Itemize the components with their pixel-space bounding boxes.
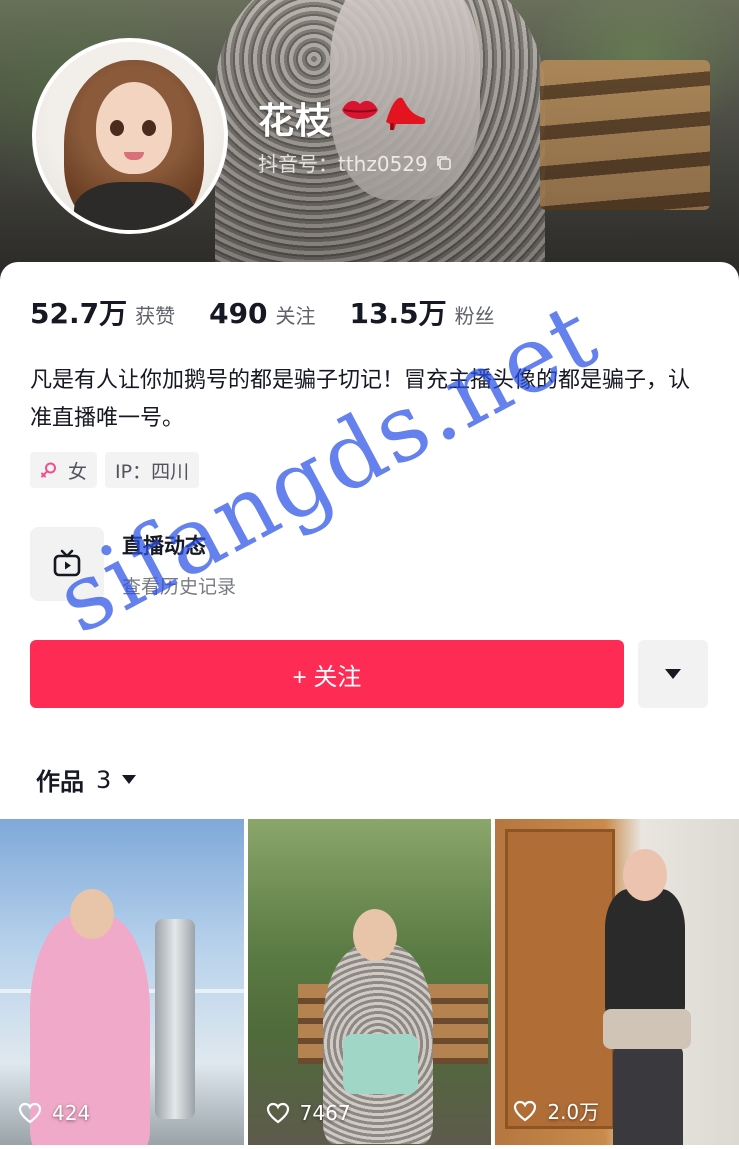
heart-icon	[18, 1102, 42, 1124]
stat-label: 获赞	[135, 304, 176, 328]
gender-tag: 女	[30, 452, 98, 488]
live-icon-box	[30, 527, 104, 601]
stat-value: 490	[209, 297, 268, 330]
high-heel-icon	[386, 97, 426, 130]
video-likes: 424	[18, 1101, 90, 1125]
stat-label: 粉丝	[454, 304, 495, 328]
tab-works[interactable]: 作品 3	[36, 762, 137, 797]
profile-card: 52.7万 获赞 490 关注 13.5万 粉丝 凡是有人让你加鹅号的都是骗子切…	[0, 262, 739, 1149]
douyin-id-text: 抖音号：tthz0529	[258, 152, 428, 176]
thumb-head	[352, 909, 397, 961]
video-likes-count: 2.0万	[547, 1100, 600, 1124]
video-likes-count: 7467	[299, 1101, 351, 1125]
video-likes-count: 424	[52, 1101, 91, 1125]
thumb-skirt	[342, 1034, 418, 1094]
more-options-button[interactable]	[638, 640, 708, 708]
tv-icon	[53, 549, 81, 577]
caret-down-icon	[122, 775, 137, 784]
copy-icon[interactable]	[436, 155, 452, 171]
thumb-binocular	[155, 919, 195, 1119]
nickname-emoji	[340, 92, 428, 132]
stat-followers[interactable]: 13.5万 粉丝	[350, 292, 495, 332]
avatar-face	[96, 82, 172, 174]
heart-icon	[514, 1100, 537, 1121]
avatar-shirt	[74, 182, 194, 230]
female-icon	[41, 462, 56, 478]
stat-value: 52.7万	[30, 297, 128, 330]
video-thumbnail[interactable]: 7467	[247, 819, 492, 1145]
stat-likes[interactable]: 52.7万 获赞	[30, 292, 175, 332]
works-label: 作品	[36, 768, 84, 796]
live-history-entry[interactable]: 直播动态 查看历史记录	[30, 527, 236, 601]
stats-row: 52.7万 获赞 490 关注 13.5万 粉丝	[30, 292, 529, 332]
ip-label: IP：四川	[115, 460, 190, 483]
works-count: 3	[96, 765, 112, 794]
lips-icon	[342, 100, 378, 119]
video-likes: 7467	[266, 1101, 351, 1125]
live-subtitle: 查看历史记录	[122, 575, 237, 598]
thumb-person	[605, 889, 686, 1019]
live-title: 直播动态	[122, 533, 206, 558]
stat-value: 13.5万	[349, 297, 447, 330]
stat-label: 关注	[275, 304, 316, 328]
nickname: 花枝	[258, 101, 333, 142]
video-thumbnail[interactable]: 424	[0, 819, 244, 1145]
bio-text: 凡是有人让你加鹅号的都是骗子切记！冒充主播头像的都是骗子，认准直播唯一号。	[30, 368, 691, 431]
avatar-eye	[110, 120, 124, 136]
thumb-head	[70, 889, 114, 939]
gender-label: 女	[68, 460, 88, 483]
ip-tag: IP：四川	[105, 452, 200, 488]
douyin-id[interactable]: 抖音号：tthz0529	[258, 148, 452, 177]
thumb-door	[505, 829, 616, 1129]
live-text: 直播动态 查看历史记录	[122, 530, 236, 599]
avatar[interactable]	[32, 38, 228, 234]
video-thumbnail[interactable]: 2.0万	[495, 819, 739, 1145]
video-grid: 424 7467 2.0万	[0, 819, 739, 1149]
stat-following[interactable]: 490 关注	[209, 297, 315, 330]
video-likes: 2.0万	[513, 1096, 599, 1125]
thumb-skirt	[603, 1009, 692, 1049]
profile-tags: 女 IP：四川	[30, 452, 200, 488]
follow-button[interactable]: + 关注	[30, 640, 624, 708]
heart-icon	[266, 1102, 289, 1124]
caret-down-icon	[665, 669, 681, 679]
avatar-eye	[142, 120, 156, 136]
thumb-legs	[613, 1044, 684, 1145]
